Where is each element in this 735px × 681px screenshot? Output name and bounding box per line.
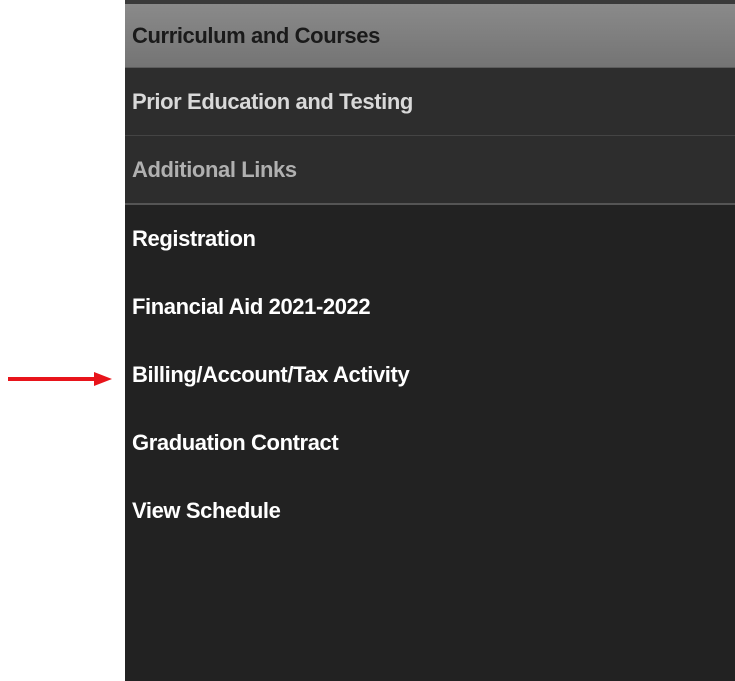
link-label: Billing/Account/Tax Activity [132, 362, 410, 387]
additional-links-list: Registration Financial Aid 2021-2022 Bil… [125, 205, 735, 545]
link-label: Registration [132, 226, 256, 251]
link-label: Graduation Contract [132, 430, 339, 455]
section-prior-education-and-testing[interactable]: Prior Education and Testing [125, 68, 735, 136]
section-additional-links[interactable]: Additional Links [125, 136, 735, 205]
link-label: View Schedule [132, 498, 281, 523]
section-label: Prior Education and Testing [132, 88, 413, 114]
section-label: Additional Links [132, 156, 297, 182]
link-view-schedule[interactable]: View Schedule [125, 477, 735, 545]
section-label: Curriculum and Courses [132, 22, 380, 48]
link-registration[interactable]: Registration [125, 205, 735, 273]
link-billing-account-tax-activity[interactable]: Billing/Account/Tax Activity [125, 341, 735, 409]
link-graduation-contract[interactable]: Graduation Contract [125, 409, 735, 477]
screenshot-canvas: Curriculum and Courses Prior Education a… [0, 0, 735, 681]
right-arrow-icon [8, 372, 112, 386]
navigation-panel: Curriculum and Courses Prior Education a… [125, 0, 735, 681]
link-financial-aid[interactable]: Financial Aid 2021-2022 [125, 273, 735, 341]
section-curriculum-and-courses[interactable]: Curriculum and Courses [125, 4, 735, 68]
link-label: Financial Aid 2021-2022 [132, 294, 371, 319]
